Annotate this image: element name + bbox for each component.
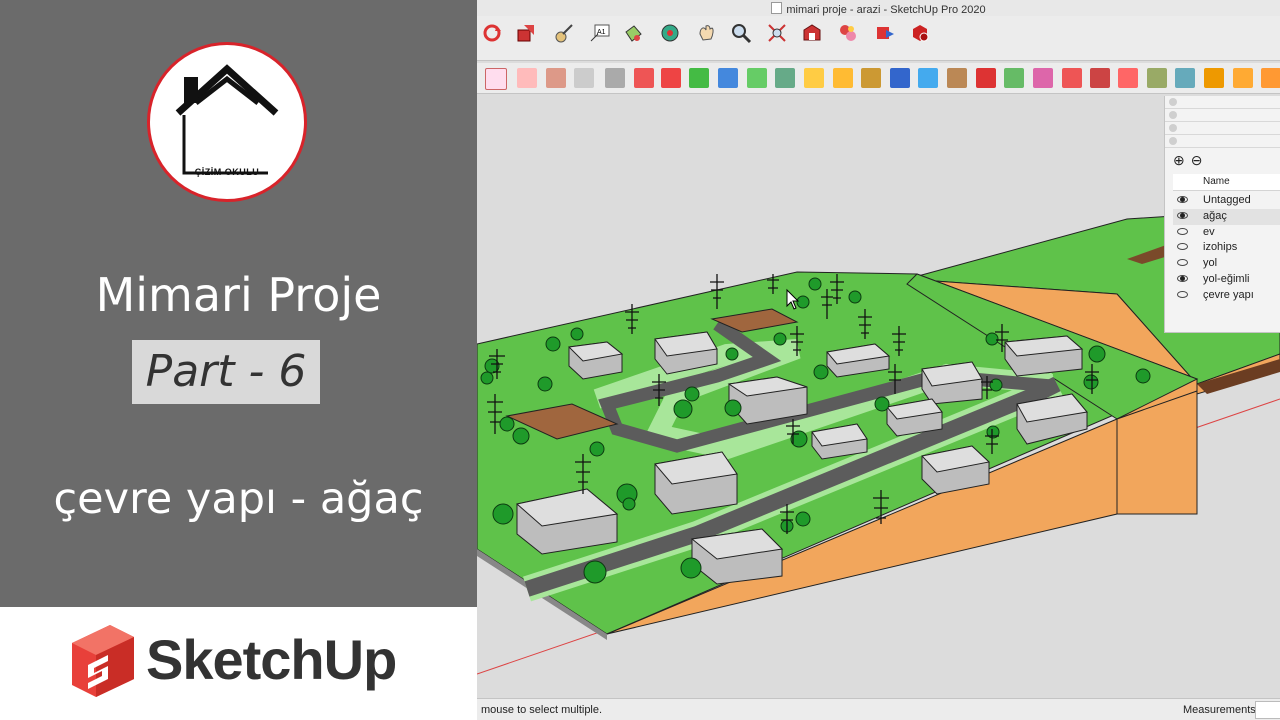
eye-hidden-icon[interactable] — [1177, 227, 1188, 235]
tray-handle[interactable] — [1165, 122, 1280, 135]
rotate-tool-icon[interactable] — [833, 68, 853, 88]
grid-tool-3-icon[interactable] — [1261, 68, 1280, 88]
orbit-tool-icon[interactable] — [481, 22, 503, 44]
course-title: Mimari Proje — [95, 268, 382, 322]
pan-tool-icon[interactable] — [695, 22, 717, 44]
add-detail-icon[interactable] — [718, 68, 738, 88]
measurements-label: Measurements — [1183, 704, 1256, 716]
eye-hidden-icon[interactable] — [1177, 259, 1188, 267]
offset-tool-icon[interactable] — [947, 68, 967, 88]
drape-icon[interactable] — [689, 68, 709, 88]
eye-visible-icon[interactable] — [1177, 196, 1188, 203]
sketchup-logo-icon — [72, 625, 134, 697]
measurements-input[interactable] — [1255, 701, 1280, 719]
window-titlebar: mimari proje - arazi - SketchUp Pro 2020 — [477, 0, 1280, 16]
tray-handle[interactable] — [1165, 109, 1280, 122]
warehouse-icon[interactable] — [801, 22, 823, 44]
smoove-icon[interactable] — [634, 68, 654, 88]
main-toolbar: A1 — [477, 16, 1280, 61]
warning-icon[interactable] — [804, 68, 824, 88]
section-display-icon[interactable] — [517, 68, 537, 88]
tag-row[interactable]: izohips — [1173, 240, 1280, 256]
follow-me-icon[interactable] — [861, 68, 881, 88]
tag-row[interactable]: Untagged — [1173, 193, 1280, 209]
window-title: mimari proje - arazi - SketchUp Pro 2020 — [786, 4, 986, 16]
split-icon[interactable] — [1147, 68, 1167, 88]
sketchup-window: mimari proje - arazi - SketchUp Pro 2020… — [477, 0, 1280, 720]
push-pull-tool-icon[interactable] — [515, 22, 537, 44]
text-tool-icon[interactable]: A1 — [589, 22, 611, 44]
tray-handle[interactable] — [1165, 135, 1280, 148]
union-icon[interactable] — [1062, 68, 1082, 88]
walk-tool-icon[interactable] — [659, 22, 681, 44]
share-model-icon[interactable] — [874, 22, 896, 44]
document-icon — [771, 2, 783, 14]
add-tag-icon[interactable]: ⊕ — [1173, 152, 1185, 168]
terrain-model — [477, 208, 1280, 675]
brand-panel: SketchUp — [0, 607, 477, 720]
tape-measure-icon[interactable] — [553, 22, 575, 44]
logo-text: ÇİZİM OKULU — [194, 167, 260, 177]
part-badge: Part - 6 — [132, 340, 320, 404]
episode-subtitle: çevre yapı - ağaç — [53, 474, 424, 524]
undo-icon[interactable] — [976, 68, 996, 88]
tag-row[interactable]: yol-eğimli — [1173, 272, 1280, 288]
zoom-window-icon[interactable] — [775, 68, 795, 88]
flip-edge-icon[interactable] — [747, 68, 767, 88]
tag-row[interactable]: ağaç — [1173, 208, 1280, 225]
subtract-icon[interactable] — [1090, 68, 1110, 88]
tags-list: Untagged ağaç ev izohips yol yol-eğimli … — [1173, 193, 1280, 304]
tray-handle[interactable] — [1165, 96, 1280, 109]
delete-tag-icon[interactable]: ⊖ — [1191, 152, 1203, 168]
promo-panel: ÇİZİM OKULU Mimari Proje Part - 6 çevre … — [0, 0, 477, 607]
trim-icon[interactable] — [1118, 68, 1138, 88]
tag-row[interactable]: ev — [1173, 225, 1280, 241]
grid-tool-2-icon[interactable] — [1233, 68, 1253, 88]
eye-visible-icon[interactable] — [1177, 211, 1188, 219]
status-bar: mouse to select multiple. Measurements — [477, 698, 1280, 720]
scale-tool-icon[interactable] — [890, 68, 910, 88]
cizim-okulu-logo: ÇİZİM OKULU — [147, 42, 307, 202]
eye-hidden-icon[interactable] — [1177, 243, 1188, 251]
zoom-tool-icon[interactable] — [730, 22, 752, 44]
section-plane-icon[interactable] — [485, 68, 507, 90]
move-tool-icon[interactable] — [918, 68, 938, 88]
status-hint: mouse to select multiple. — [481, 704, 603, 716]
paint-bucket-icon[interactable] — [622, 22, 644, 44]
secondary-toolbar — [477, 63, 1280, 94]
tag-row[interactable]: çevre yapı — [1173, 288, 1280, 304]
eye-hidden-icon[interactable] — [1177, 290, 1188, 298]
outer-shell-icon[interactable] — [1033, 68, 1053, 88]
sandbox-from-scratch-icon[interactable] — [605, 68, 625, 88]
tag-row[interactable]: yol — [1173, 256, 1280, 272]
stamp-icon[interactable] — [661, 68, 681, 88]
zoom-extents-icon[interactable] — [766, 22, 788, 44]
svg-text:A1: A1 — [597, 29, 606, 36]
tags-column-header: Name — [1173, 174, 1280, 191]
part-label: Part - 6 — [145, 346, 307, 397]
eye-visible-icon[interactable] — [1177, 274, 1188, 282]
solid-inspector-icon[interactable] — [1175, 68, 1195, 88]
model-viewport[interactable] — [477, 94, 1280, 698]
extension-warehouse-icon[interactable] — [837, 22, 859, 44]
sketchup-wordmark: SketchUp — [146, 628, 397, 691]
name-column-label: Name — [1203, 176, 1230, 187]
extension-manager-icon[interactable] — [909, 22, 931, 44]
component-icon[interactable] — [1004, 68, 1024, 88]
section-cut-icon[interactable] — [546, 68, 566, 88]
sandbox-from-contours-icon[interactable] — [574, 68, 594, 88]
tags-tray: ⊕ ⊖ Name Untagged ağaç ev izohips yol yol… — [1164, 96, 1280, 333]
grid-tool-icon[interactable] — [1204, 68, 1224, 88]
